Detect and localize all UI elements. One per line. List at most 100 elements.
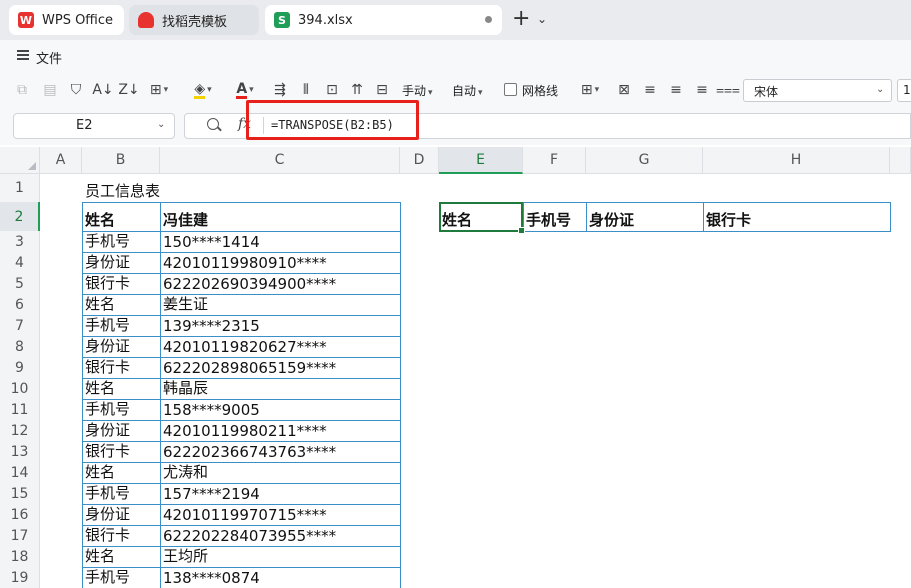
tab-spreadsheet-file[interactable]: S 394.xlsx <box>265 5 502 35</box>
cell-value[interactable]: 158****9005 <box>160 399 400 420</box>
align-icon[interactable]: ⊟ <box>372 80 392 100</box>
align-right-icon[interactable]: ≡ <box>692 80 712 100</box>
row-header-6[interactable]: 6 <box>0 294 40 315</box>
column-header-a[interactable]: A <box>40 147 82 174</box>
align-left-icon[interactable]: ≡ <box>640 80 660 100</box>
row-header-3[interactable]: 3 <box>0 231 40 252</box>
filter-icon[interactable]: ⛉ <box>66 80 86 100</box>
table-style-icon[interactable]: ⊞ ▾ <box>576 80 604 100</box>
align-center-icon[interactable]: ≡ <box>666 80 686 100</box>
gridlines-checkbox[interactable] <box>504 83 517 96</box>
tab-list-chevron-icon[interactable]: ⌄ <box>537 12 547 26</box>
cell-value[interactable]: 622202284073955**** <box>160 525 400 546</box>
tab-wps-office[interactable]: W WPS Office <box>9 5 124 35</box>
chevron-down-icon[interactable]: ⌄ <box>157 119 165 130</box>
cell-b1-title[interactable]: 员工信息表 <box>82 174 160 202</box>
tab-docer-templates[interactable]: 找稻壳模板 <box>129 5 259 35</box>
cell-value[interactable]: 42010119970715**** <box>160 504 400 525</box>
fill-color-icon[interactable]: ◈ ▾ <box>188 80 218 100</box>
name-box[interactable] <box>13 113 175 139</box>
file-menu[interactable]: 文件 <box>36 48 62 67</box>
cell-value[interactable]: 150****1414 <box>160 231 400 252</box>
row-header-1[interactable]: 1 <box>0 174 40 202</box>
row-height-manual-dropdown[interactable]: 手动 ▾ <box>402 82 433 99</box>
cell-label[interactable]: 银行卡 <box>82 525 160 546</box>
cell-value[interactable]: 姜生证 <box>160 294 400 315</box>
cell-label[interactable]: 身份证 <box>82 420 160 441</box>
row-header-18[interactable]: 18 <box>0 546 40 567</box>
row-header-8[interactable]: 8 <box>0 336 40 357</box>
cell-label[interactable]: 手机号 <box>82 399 160 420</box>
cell-value[interactable]: 42010119980211**** <box>160 420 400 441</box>
vertical-align-icon[interactable]: ⩶ <box>716 80 740 100</box>
column-width-icon[interactable]: ⫴ <box>296 80 316 100</box>
select-all-corner[interactable] <box>0 147 40 174</box>
unsaved-dot-icon[interactable] <box>485 16 492 23</box>
row-header-5[interactable]: 5 <box>0 273 40 294</box>
cell-transposed-2[interactable]: 手机号 <box>523 202 586 231</box>
cell-value[interactable]: 138****0874 <box>160 567 400 588</box>
cell-label[interactable]: 银行卡 <box>82 273 160 294</box>
row-header-15[interactable]: 15 <box>0 483 40 504</box>
cell-label[interactable]: 身份证 <box>82 336 160 357</box>
row-header-16[interactable]: 16 <box>0 504 40 525</box>
cell-value[interactable]: 韩晶辰 <box>160 378 400 399</box>
cell-value[interactable]: 42010119820627**** <box>160 336 400 357</box>
cell-label[interactable]: 手机号 <box>82 315 160 336</box>
cell-label[interactable]: 银行卡 <box>82 441 160 462</box>
borders-icon[interactable]: ⊞ ▾ <box>146 80 172 100</box>
row-height-auto-dropdown[interactable]: 自动 ▾ <box>452 82 483 99</box>
cell-label[interactable]: 身份证 <box>82 252 160 273</box>
row-header-7[interactable]: 7 <box>0 315 40 336</box>
row-header-19[interactable]: 19 <box>0 567 40 588</box>
sort-descending-icon[interactable]: Z↓ <box>118 80 140 100</box>
column-header-d[interactable]: D <box>400 147 439 174</box>
column-header-h[interactable]: H <box>703 147 890 174</box>
cell-value[interactable]: 42010119980910**** <box>160 252 400 273</box>
cell-label[interactable]: 姓名 <box>82 202 160 231</box>
cell-label[interactable]: 手机号 <box>82 483 160 504</box>
selected-cell-e2[interactable] <box>439 202 525 234</box>
cell-label[interactable]: 姓名 <box>82 378 160 399</box>
column-header-c[interactable]: C <box>160 147 400 174</box>
clear-format-icon[interactable]: ⊠ <box>614 80 634 100</box>
row-header-11[interactable]: 11 <box>0 399 40 420</box>
row-header-12[interactable]: 12 <box>0 420 40 441</box>
cell-label[interactable]: 身份证 <box>82 504 160 525</box>
font-color-icon[interactable]: A ▾ <box>230 80 260 100</box>
hamburger-menu-icon[interactable] <box>17 50 29 60</box>
cell-value[interactable]: 王均所 <box>160 546 400 567</box>
cell-label[interactable]: 姓名 <box>82 462 160 483</box>
cell-label[interactable]: 姓名 <box>82 546 160 567</box>
cell-transposed-4[interactable]: 银行卡 <box>703 202 890 231</box>
format-painter-icon[interactable]: ⧉ <box>12 80 32 100</box>
cell-value[interactable]: 157****2194 <box>160 483 400 504</box>
row-header-9[interactable]: 9 <box>0 357 40 378</box>
cell-value[interactable]: 622202898065159**** <box>160 357 400 378</box>
row-header-2[interactable]: 2 <box>0 202 40 231</box>
cell-value[interactable]: 139****2315 <box>160 315 400 336</box>
row-header-13[interactable]: 13 <box>0 441 40 462</box>
cell-transposed-3[interactable]: 身份证 <box>586 202 703 231</box>
new-tab-plus-icon[interactable]: + <box>512 8 530 30</box>
cell-value[interactable]: 622202366743763**** <box>160 441 400 462</box>
cell-value[interactable]: 冯佳建 <box>160 202 400 231</box>
sort-ascending-icon[interactable]: A↓ <box>92 80 114 100</box>
insert-icon[interactable]: ⊡ <box>322 80 342 100</box>
cell-label[interactable]: 手机号 <box>82 231 160 252</box>
row-header-17[interactable]: 17 <box>0 525 40 546</box>
cell-label[interactable]: 银行卡 <box>82 357 160 378</box>
column-header-f[interactable]: F <box>523 147 586 174</box>
cell-label[interactable]: 姓名 <box>82 294 160 315</box>
paste-special-icon[interactable]: ▤ <box>40 80 60 100</box>
cell-value[interactable]: 尤涛和 <box>160 462 400 483</box>
row-header-14[interactable]: 14 <box>0 462 40 483</box>
zoom-icon[interactable] <box>207 118 219 130</box>
column-header-e[interactable]: E <box>439 147 523 174</box>
wrap-text-icon[interactable]: ⇶ <box>270 80 290 100</box>
column-header-b[interactable]: B <box>82 147 160 174</box>
row-header-10[interactable]: 10 <box>0 378 40 399</box>
column-header-g[interactable]: G <box>586 147 703 174</box>
cell-value[interactable]: 622202690394900**** <box>160 273 400 294</box>
column-header-i[interactable] <box>890 147 911 174</box>
